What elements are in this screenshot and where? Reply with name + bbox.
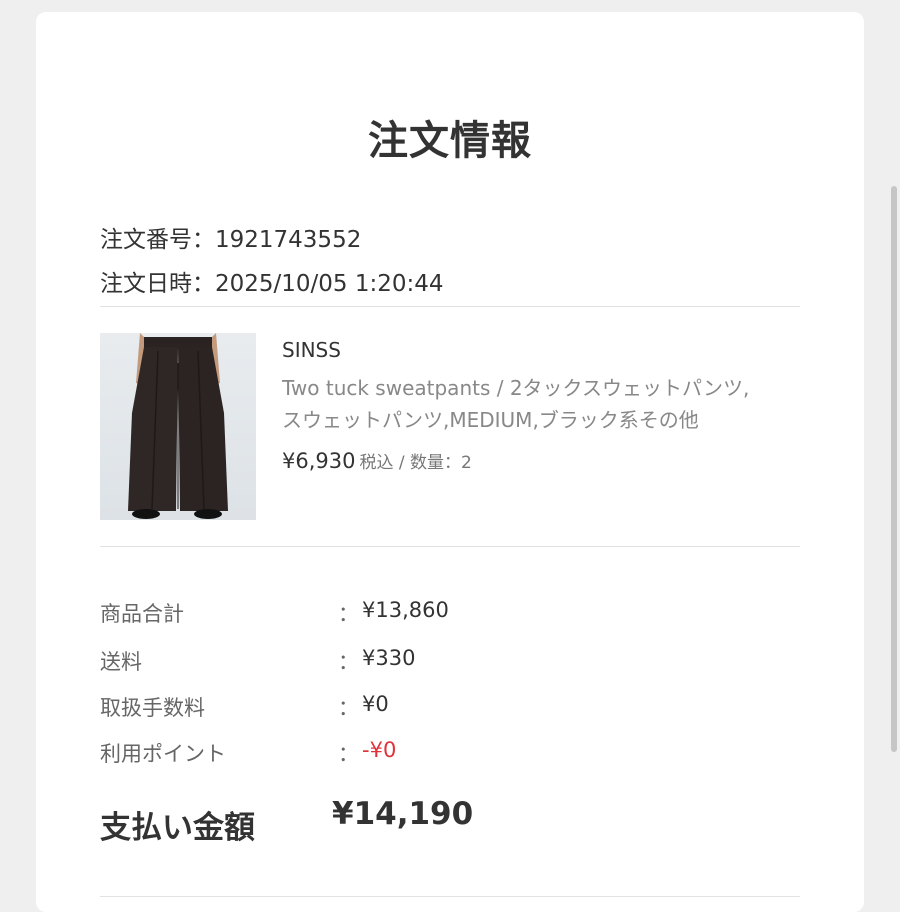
product-description[interactable]: Two tuck sweatpants / 2タックスウェットパンツ, スウェッ… [282,372,822,436]
pants-illustration [128,333,228,519]
order-number-value: 1921743552 [215,227,362,253]
page-title: 注文情報 [368,118,532,164]
shipping-value: ¥330 [362,646,416,670]
product-description-line1: Two tuck sweatpants / 2タックスウェットパンツ, [282,376,750,400]
total-value: ¥14,190 [332,796,474,832]
order-date-row: 注文日時：2025/10/05 1:20:44 [100,264,444,298]
product-price: ¥6,930 [282,449,356,473]
subtotal-value: ¥13,860 [362,598,449,622]
subtotal-colon: ： [338,602,359,626]
product-description-line2: スウェットパンツ,MEDIUM,ブラック系その他 [282,408,699,432]
divider [100,896,800,897]
total-label: 支払い金額 [100,810,255,846]
points-used-colon: ： [338,742,359,766]
scrollbar-thumb[interactable] [891,186,897,752]
handling-fee-colon: ： [338,696,359,720]
product-price-line: ¥6,930 税込 / 数量：2 [282,448,472,473]
scrollbar[interactable] [888,0,900,900]
points-used-label: 利用ポイント [100,742,226,766]
shipping-label: 送料 [100,650,142,674]
order-info-card: 注文情報 注文番号：1921743552 注文日時：2025/10/05 1:2… [36,12,864,912]
product-price-suffix: 税込 / 数量：2 [359,453,472,473]
divider [100,306,800,307]
order-number-row: 注文番号：1921743552 [100,220,361,254]
product-brand[interactable]: SINSS [282,338,341,362]
order-date-label: 注文日時： [100,271,215,297]
points-used-value: -¥0 [362,738,397,762]
order-date-value: 2025/10/05 1:20:44 [215,271,444,297]
order-number-label: 注文番号： [100,227,215,253]
handling-fee-value: ¥0 [362,692,389,716]
divider [100,546,800,547]
shipping-colon: ： [338,650,359,674]
handling-fee-label: 取扱手数料 [100,696,205,720]
subtotal-label: 商品合計 [100,602,184,626]
product-image[interactable] [100,333,256,520]
